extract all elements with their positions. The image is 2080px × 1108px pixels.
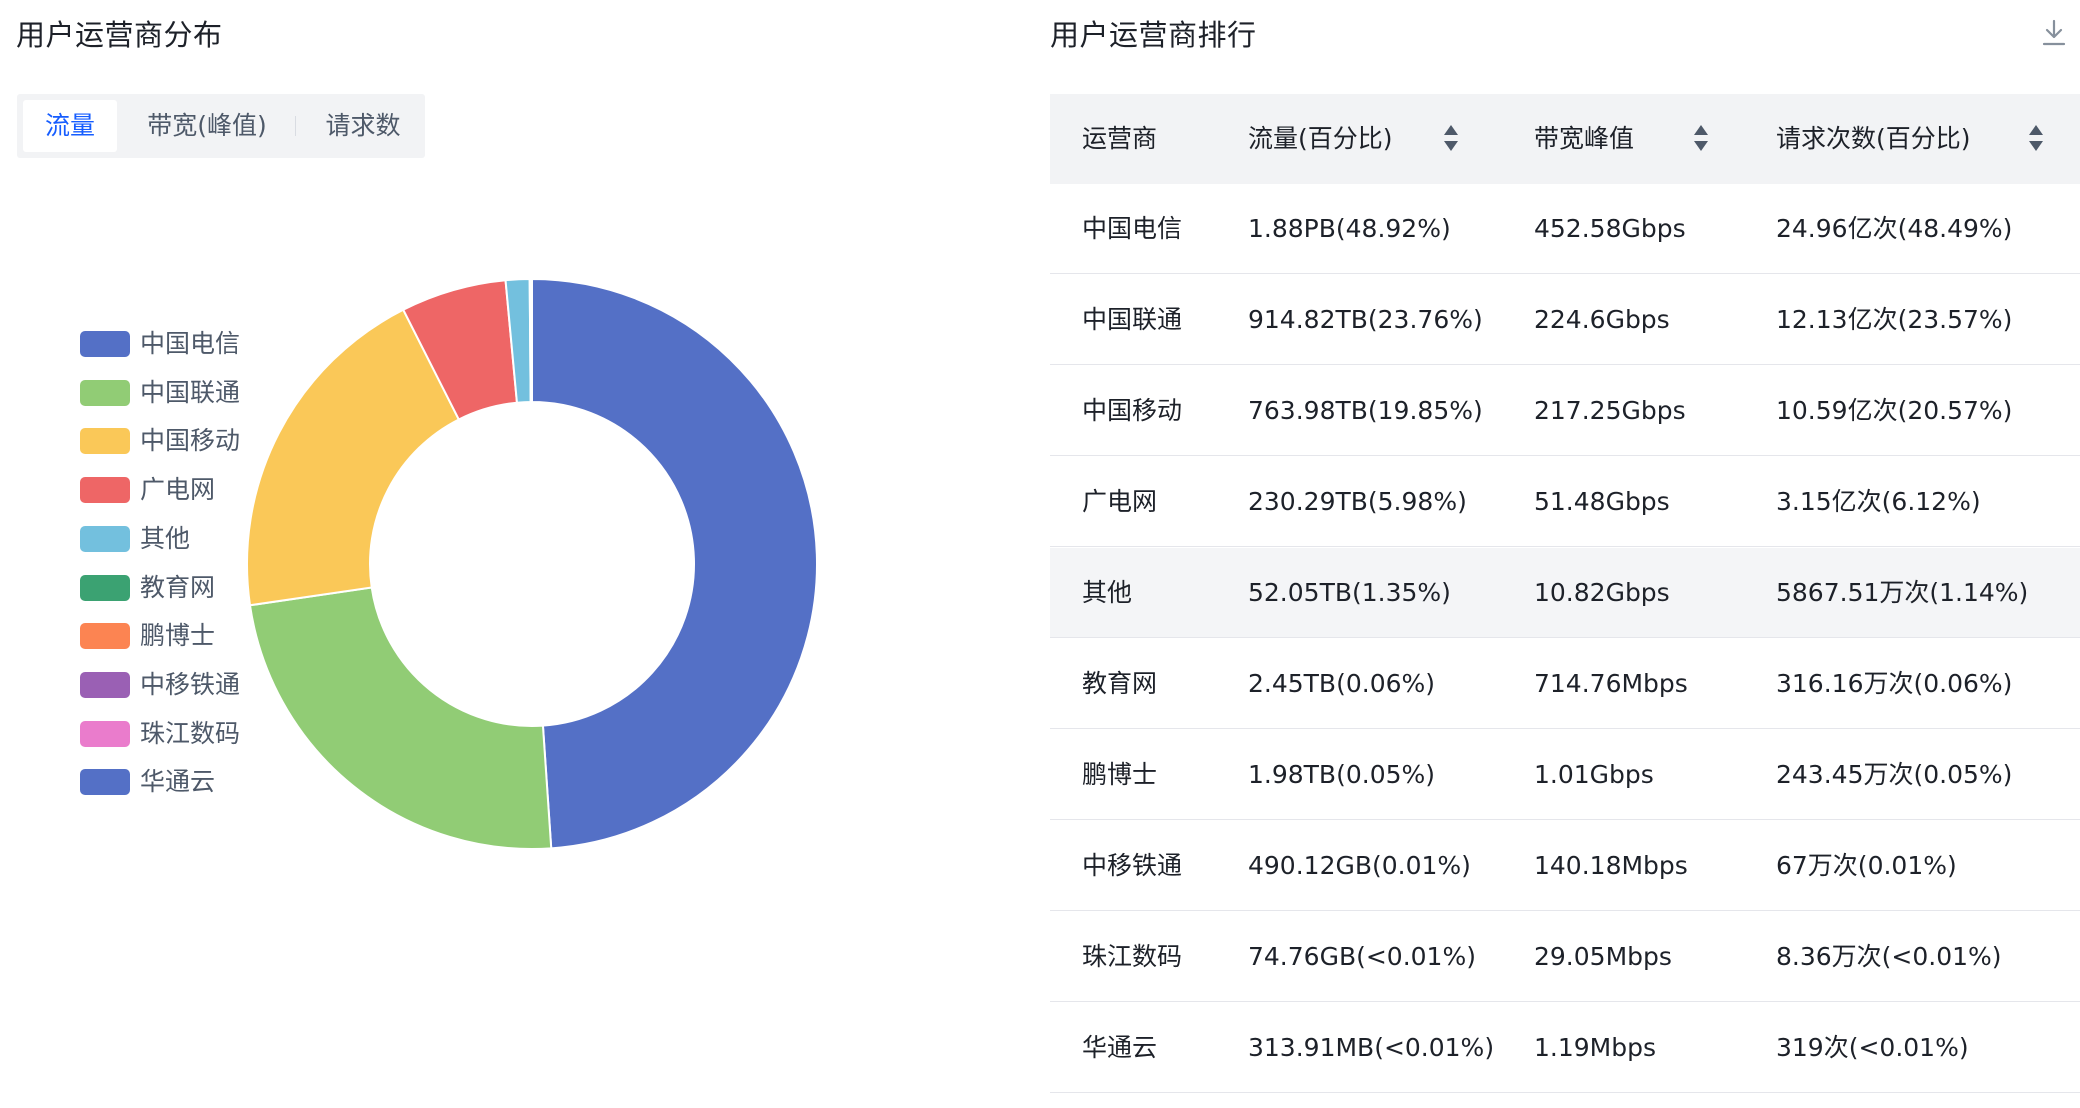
table-row[interactable]: 华通云 313.91MB(<0.01%) 1.19Mbps 319次(<0.01… [1050,1003,2080,1093]
legend-label: 教育网 [140,572,216,602]
header-bandwidth-peak: 带宽峰值 [1534,124,1635,153]
operator-distribution-panel: 用户运营商分布 流量 带宽(峰值) 请求数 中国电信中国联通中国移动广电网其他教… [0,0,1040,1108]
sort-traffic-icon[interactable] [1443,123,1459,153]
tab-traffic[interactable]: 流量 [23,100,117,152]
legend-label: 中移铁通 [140,669,241,699]
legend-swatch [80,720,130,747]
cell-bandwidth: 217.25Gbps [1534,396,1686,425]
cell-requests: 8.36万次(<0.01%) [1776,942,2002,971]
legend-label: 广电网 [140,475,216,505]
operator-donut-chart [247,279,817,849]
legend-swatch [80,671,130,698]
tab-bandwidth-peak[interactable]: 带宽(峰值) [127,100,287,152]
table-row[interactable]: 中国移动 763.98TB(19.85%) 217.25Gbps 10.59亿次… [1050,366,2080,456]
cell-traffic: 2.45TB(0.06%) [1248,669,1436,698]
legend-swatch [80,379,130,406]
cell-bandwidth: 29.05Mbps [1534,942,1672,971]
metric-tabs: 流量 带宽(峰值) 请求数 [17,94,425,158]
cell-traffic: 763.98TB(19.85%) [1248,396,1483,425]
cell-requests: 319次(<0.01%) [1776,1033,1969,1062]
cell-operator: 华通云 [1082,1033,1158,1062]
legend-swatch [80,477,130,504]
donut-slice[interactable] [531,279,817,849]
cell-requests: 3.15亿次(6.12%) [1776,487,1981,516]
header-requests: 请求次数(百分比) [1776,124,1971,153]
cell-operator: 其他 [1082,578,1133,607]
distribution-title: 用户运营商分布 [16,18,223,52]
operator-ranking-panel: 用户运营商排行 运营商 流量(百分比) 带宽峰值 请求次数(百分比) 中国电信 … [1040,0,2080,1108]
cell-traffic: 52.05TB(1.35%) [1248,578,1451,607]
cell-bandwidth: 714.76Mbps [1534,669,1688,698]
cell-traffic: 230.29TB(5.98%) [1248,487,1467,516]
legend-label: 鹏博士 [140,621,216,651]
cell-operator: 中国联通 [1082,305,1183,334]
legend-swatch [80,428,130,455]
table-row[interactable]: 教育网 2.45TB(0.06%) 714.76Mbps 316.16万次(0.… [1050,639,2080,729]
cell-traffic: 490.12GB(0.01%) [1248,851,1471,880]
table-row[interactable]: 其他 52.05TB(1.35%) 10.82Gbps 5867.51万次(1.… [1050,548,2080,638]
legend-label: 其他 [140,523,191,553]
cell-operator: 广电网 [1082,487,1158,516]
cell-operator: 中移铁通 [1082,851,1183,880]
cell-requests: 12.13亿次(23.57%) [1776,305,2013,334]
cell-requests: 10.59亿次(20.57%) [1776,396,2013,425]
legend-swatch [80,525,130,552]
legend-label: 中国联通 [140,377,241,407]
cell-bandwidth: 51.48Gbps [1534,487,1670,516]
cell-requests: 5867.51万次(1.14%) [1776,578,2029,607]
legend-swatch [80,769,130,796]
cell-bandwidth: 1.01Gbps [1534,760,1654,789]
cell-operator: 教育网 [1082,669,1158,698]
table-row[interactable]: 中移铁通 490.12GB(0.01%) 140.18Mbps 67万次(0.0… [1050,821,2080,911]
table-header: 运营商 流量(百分比) 带宽峰值 请求次数(百分比) [1050,94,2080,184]
legend-label: 中国电信 [140,329,241,358]
cell-bandwidth: 1.19Mbps [1534,1033,1656,1062]
cell-requests: 243.45万次(0.05%) [1776,760,2013,789]
cell-operator: 珠江数码 [1082,942,1183,971]
table-row[interactable]: 中国电信 1.88PB(48.92%) 452.58Gbps 24.96亿次(4… [1050,184,2080,274]
donut-slice[interactable] [248,586,553,849]
cell-traffic: 1.98TB(0.05%) [1248,760,1436,789]
cell-traffic: 74.76GB(<0.01%) [1248,942,1476,971]
legend-swatch [80,331,130,357]
cell-bandwidth: 452.58Gbps [1534,214,1686,243]
cell-requests: 316.16万次(0.06%) [1776,669,2013,698]
legend-label: 珠江数码 [140,718,241,748]
table-row[interactable]: 中国联通 914.82TB(23.76%) 224.6Gbps 12.13亿次(… [1050,275,2080,365]
tab-requests[interactable]: 请求数 [307,100,419,152]
cell-bandwidth: 224.6Gbps [1534,305,1670,334]
sort-bandwidth-icon[interactable] [1693,123,1709,153]
cell-operator: 中国移动 [1082,396,1183,425]
table-row[interactable]: 鹏博士 1.98TB(0.05%) 1.01Gbps 243.45万次(0.05… [1050,730,2080,820]
header-operator: 运营商 [1082,124,1158,153]
cell-bandwidth: 140.18Mbps [1534,851,1688,880]
legend-label: 华通云 [140,767,216,797]
legend-swatch [80,623,130,650]
download-icon[interactable] [2040,18,2068,48]
cell-traffic: 313.91MB(<0.01%) [1248,1033,1495,1062]
ranking-title: 用户运营商排行 [1050,18,1257,52]
table-row[interactable]: 广电网 230.29TB(5.98%) 51.48Gbps 3.15亿次(6.1… [1050,457,2080,547]
cell-operator: 中国电信 [1082,214,1183,243]
cell-traffic: 914.82TB(23.76%) [1248,305,1483,334]
header-traffic: 流量(百分比) [1248,124,1393,153]
cell-requests: 67万次(0.01%) [1776,851,1957,880]
tab-separator [295,116,296,136]
sort-requests-icon[interactable] [2028,123,2044,153]
legend-swatch [80,574,130,601]
legend-label: 中国移动 [140,426,241,456]
cell-bandwidth: 10.82Gbps [1534,578,1670,607]
cell-operator: 鹏博士 [1082,760,1158,789]
cell-traffic: 1.88PB(48.92%) [1248,214,1451,243]
table-row[interactable]: 珠江数码 74.76GB(<0.01%) 29.05Mbps 8.36万次(<0… [1050,912,2080,1002]
cell-requests: 24.96亿次(48.49%) [1776,214,2013,243]
